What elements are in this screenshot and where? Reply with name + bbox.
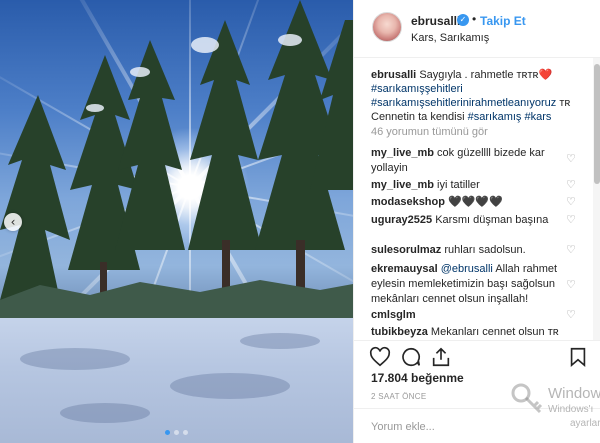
avatar[interactable]	[372, 12, 402, 42]
like-comment-heart-icon[interactable]: ♡	[566, 196, 576, 207]
comment-item: tubikbeyza Mekanları cennet olsun ᴛʀ	[371, 325, 566, 340]
like-comment-heart-icon[interactable]: ♡	[566, 214, 576, 225]
likes-count[interactable]: 17.804 beğenme	[371, 371, 464, 385]
comment-item: uguray2525 Karsmı düşman başına	[371, 213, 566, 228]
header-separator: •	[472, 12, 477, 26]
comments-scrollbar-thumb[interactable]	[594, 64, 600, 184]
watermark-title: Window	[548, 385, 600, 402]
post-photo[interactable]: ‹	[0, 0, 353, 443]
comment-username[interactable]: ekremauysal	[371, 263, 438, 275]
snow-ground	[0, 318, 353, 443]
comment-username[interactable]: uguray2525	[371, 214, 432, 226]
comments-list: ebrusalli Saygıyla . rahmetle ᴛʀᴛʀ❤️ #sa…	[354, 58, 594, 340]
like-comment-heart-icon[interactable]: ♡	[566, 279, 576, 290]
windows-activation-watermark: Window Windows'ı ayarlarına	[508, 380, 600, 443]
carousel-dots	[0, 430, 353, 435]
carousel-dot	[174, 430, 179, 435]
comment-item: my_live_mb cok güzellll bizede kar yolla…	[371, 146, 566, 176]
watermark-line: Windows'ı	[548, 404, 594, 415]
caption-text: Cennetin ta kendisi	[371, 111, 465, 123]
like-comment-heart-icon[interactable]: ♡	[566, 244, 576, 255]
post-details-panel: ebrusalli ✓ • Takip Et Kars, Sarıkamış e…	[353, 0, 600, 443]
bookmark-icon[interactable]	[567, 346, 589, 368]
comment-username[interactable]: sulesorulmaz	[371, 244, 441, 256]
caption-text: Saygıyla . rahmetle ᴛʀᴛʀ❤️	[419, 69, 553, 81]
post-header: ebrusalli ✓ • Takip Et Kars, Sarıkamış	[354, 0, 600, 58]
hashtag-link[interactable]: #sarıkamışşehitleri	[371, 83, 463, 95]
comment-item: my_live_mb iyi tatiller	[371, 178, 566, 193]
hashtag-link[interactable]: #sarıkamışsehitlerinirahmetleanıyoruz	[371, 97, 556, 109]
hashtag-link[interactable]: #kars	[524, 111, 551, 123]
share-icon[interactable]	[430, 346, 452, 368]
verified-check-icon: ✓	[457, 14, 469, 26]
like-heart-icon[interactable]	[369, 346, 391, 368]
location-link[interactable]: Kars, Sarıkamış	[411, 32, 489, 44]
header-username[interactable]: ebrusalli	[411, 14, 460, 28]
caption-username[interactable]: ebrusalli	[371, 69, 416, 81]
comment-text: Karsmı düşman başına	[435, 214, 549, 226]
comment-username[interactable]: tubikbeyza	[371, 326, 428, 338]
follow-button[interactable]: Takip Et	[480, 14, 526, 28]
carousel-dot	[165, 430, 170, 435]
comment-text: 🖤🖤🖤🖤	[448, 196, 503, 208]
carousel-prev-button[interactable]: ‹	[4, 213, 22, 231]
comment-text: iyi tatiller	[437, 179, 480, 191]
comment-text: Mekanları cennet olsun ᴛʀ	[430, 326, 559, 338]
like-comment-heart-icon[interactable]: ♡	[566, 153, 576, 164]
comment-username[interactable]: cmlsglm	[371, 309, 416, 321]
watermark-line: ayarlarına	[570, 418, 600, 429]
key-icon	[511, 383, 543, 414]
comment-bubble-icon[interactable]	[400, 346, 422, 368]
comment-username[interactable]: my_live_mb	[371, 147, 434, 159]
action-bar	[354, 340, 600, 370]
comment-item: cmlsglm	[371, 308, 566, 323]
post-timestamp: 2 SAAT ÖNCE	[371, 392, 427, 401]
comment-text: ruhları sadolsun.	[444, 244, 526, 256]
comment-item: modasekshop 🖤🖤🖤🖤	[371, 195, 566, 210]
comment-username[interactable]: my_live_mb	[371, 179, 434, 191]
like-comment-heart-icon[interactable]: ♡	[566, 179, 576, 190]
comment-mention[interactable]: @ebrusalli	[441, 263, 493, 275]
add-comment-input[interactable]	[371, 419, 521, 435]
hashtag-link[interactable]: #sarıkamış	[468, 111, 522, 123]
comment-item: ekremauysal @ebrusalli Allah rahmet eyle…	[371, 262, 566, 307]
comment-item: sulesorulmaz ruhları sadolsun.	[371, 243, 566, 258]
post-caption: ebrusalli Saygıyla . rahmetle ᴛʀᴛʀ❤️ #sa…	[371, 68, 586, 124]
caption-text: ᴛʀ	[559, 97, 571, 109]
like-comment-heart-icon[interactable]: ♡	[566, 309, 576, 320]
carousel-dot	[183, 430, 188, 435]
comment-username[interactable]: modasekshop	[371, 196, 445, 208]
view-all-comments-link[interactable]: 46 yorumun tümünü gör	[371, 126, 488, 138]
